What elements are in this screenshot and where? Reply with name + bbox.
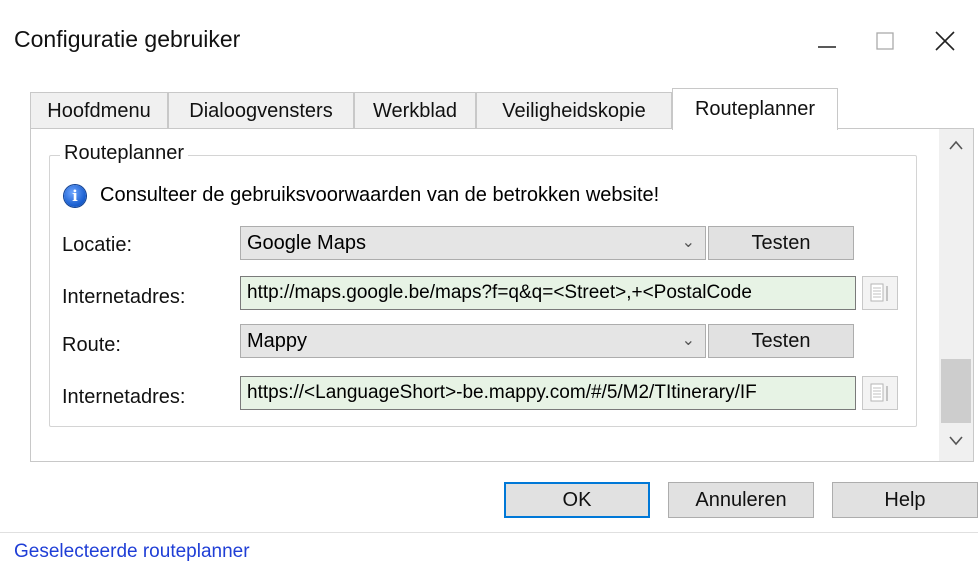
route-url-field[interactable]: https://<LanguageShort>-be.mappy.com/#/5… <box>240 376 856 410</box>
tab-veiligheidskopie[interactable]: Veiligheidskopie <box>476 92 672 129</box>
list-edit-icon <box>870 383 888 402</box>
tab-dialoogvensters[interactable]: Dialoogvensters <box>168 92 354 129</box>
minimize-icon <box>818 46 836 48</box>
routeplanner-group: Routeplanner i Consulteer de gebruiksvoo… <box>49 142 917 427</box>
close-button[interactable] <box>922 18 968 64</box>
status-divider <box>0 532 978 533</box>
maximize-button[interactable] <box>862 18 908 64</box>
route-select[interactable]: Mappy ⌄ <box>240 324 706 358</box>
route-test-button[interactable]: Testen <box>708 324 854 358</box>
info-message: i Consulteer de gebruiksvoorwaarden van … <box>64 184 659 207</box>
locatie-select[interactable]: Google Maps ⌄ <box>240 226 706 260</box>
scroll-down-icon[interactable] <box>948 435 964 447</box>
window-title: Configuratie gebruiker <box>14 26 241 52</box>
group-legend: Routeplanner <box>60 142 189 165</box>
chevron-down-icon: ⌄ <box>681 332 695 349</box>
locatie-label: Locatie: <box>62 234 133 256</box>
locatie-test-button[interactable]: Testen <box>708 226 854 260</box>
route-url-label: Internetadres: <box>62 386 186 408</box>
ok-button[interactable]: OK <box>504 482 650 518</box>
locatie-select-value: Google Maps <box>247 231 366 254</box>
tab-hoofdmenu[interactable]: Hoofdmenu <box>30 92 168 129</box>
locatie-url-edit-button[interactable] <box>862 276 898 310</box>
scrollbar-thumb[interactable] <box>941 359 971 423</box>
info-text: Consulteer de gebruiksvoorwaarden van de… <box>100 184 660 206</box>
status-text: Geselecteerde routeplanner <box>14 541 250 562</box>
help-button[interactable]: Help <box>832 482 978 518</box>
route-select-value: Mappy <box>247 329 308 352</box>
maximize-icon <box>876 32 894 50</box>
list-edit-icon <box>870 283 888 302</box>
route-label: Route: <box>62 334 121 356</box>
tab-routeplanner[interactable]: Routeplanner <box>672 88 838 130</box>
minimize-button[interactable] <box>804 18 850 64</box>
vertical-scrollbar[interactable] <box>939 129 973 461</box>
cancel-button[interactable]: Annuleren <box>668 482 814 518</box>
info-icon: i <box>64 184 86 207</box>
locatie-url-field[interactable]: http://maps.google.be/maps?f=q&q=<Street… <box>240 276 856 310</box>
tab-werkblad[interactable]: Werkblad <box>354 92 476 129</box>
close-icon <box>935 31 955 51</box>
chevron-down-icon: ⌄ <box>681 234 695 251</box>
scroll-up-icon[interactable] <box>948 139 964 151</box>
tab-panel: Routeplanner i Consulteer de gebruiksvoo… <box>30 128 974 462</box>
locatie-url-label: Internetadres: <box>62 286 186 308</box>
route-url-edit-button[interactable] <box>862 376 898 410</box>
